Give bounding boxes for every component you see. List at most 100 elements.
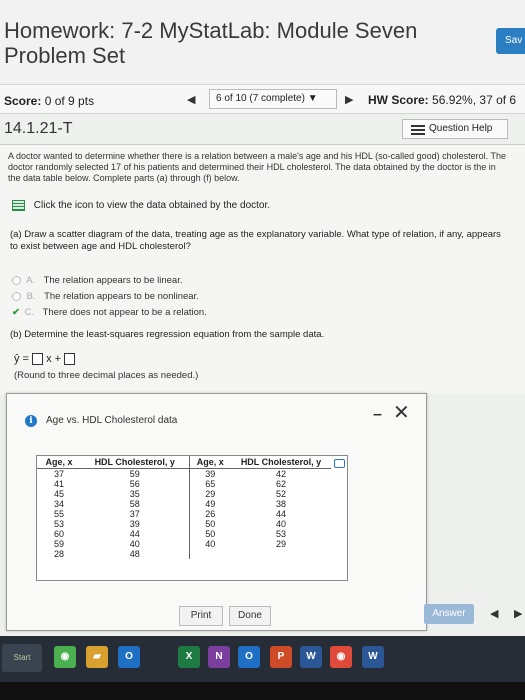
table-row: 41 56 65 62 — [37, 479, 331, 489]
outlook2-icon[interactable]: O — [238, 646, 260, 668]
copy-icon[interactable] — [334, 459, 345, 468]
age-cell: 55 — [53, 509, 64, 519]
age-cell: 26 — [188, 509, 231, 519]
age-cell: 39 — [188, 468, 231, 479]
question-content: A doctor wanted to determine whether the… — [0, 144, 525, 394]
part-b-prompt: (b) Determine the least-squares regressi… — [10, 329, 325, 340]
table-row: 55 37 26 44 — [37, 509, 331, 519]
hdl-cell: 52 — [275, 489, 286, 499]
dialog-title: Age vs. HDL Cholesterol data — [46, 415, 178, 426]
column-header-hdl-2: HDL Cholesterol, y — [231, 456, 331, 469]
data-link[interactable]: Click the icon to view the data obtained… — [12, 200, 270, 211]
radio-b[interactable] — [12, 291, 21, 301]
hdl-cell: 62 — [275, 479, 286, 489]
hdl-cell: 40 — [275, 519, 286, 529]
word2-icon[interactable]: W — [362, 646, 384, 668]
hdl-cell: 48 — [129, 549, 140, 559]
title-bar: Homework: 7-2 MyStatLab: Module Seven Pr… — [0, 0, 525, 82]
chrome-icon[interactable]: ◉ — [54, 646, 76, 668]
score: Score: 0 of 9 pts — [4, 94, 94, 108]
option-a-text: The relation appears to be linear. — [43, 275, 183, 286]
option-a[interactable]: A. The relation appears to be linear. — [12, 275, 182, 286]
start-button[interactable]: Start — [2, 644, 42, 672]
folder-icon[interactable]: ▰ — [86, 646, 108, 668]
question-intro: A doctor wanted to determine whether the… — [8, 151, 507, 183]
previous-question-icon[interactable]: ◀ — [187, 93, 195, 106]
option-c[interactable]: ✔ C. There does not appear to be a relat… — [12, 307, 207, 318]
column-header-age-2: Age, x — [188, 456, 231, 469]
page-title: Homework: 7-2 MyStatLab: Module Seven Pr… — [4, 18, 418, 68]
column-header-hdl-1: HDL Cholesterol, y — [81, 456, 189, 469]
age-cell: 37 — [53, 469, 64, 479]
slope-input[interactable] — [32, 353, 44, 366]
word-icon[interactable]: W — [300, 646, 322, 668]
question-id: 14.1.21-T — [4, 120, 73, 137]
hdl-cell: 42 — [275, 469, 286, 479]
age-cell: 28 — [53, 549, 64, 559]
check-answer-button[interactable]: Answer — [424, 604, 474, 624]
equation-lhs: ŷ = — [14, 353, 29, 365]
monitor-bezel — [0, 682, 525, 700]
onenote-icon[interactable]: N — [208, 646, 230, 668]
table-row: 37 59 39 42 — [37, 468, 331, 479]
option-a-letter: A. — [26, 275, 36, 286]
age-cell: 45 — [53, 489, 64, 499]
question-help-button[interactable]: Question Help — [402, 119, 508, 139]
age-cell: 34 — [53, 499, 64, 509]
age-cell: 59 — [53, 539, 64, 549]
option-c-letter: C. — [24, 307, 35, 318]
forward-icon[interactable]: ▶ — [514, 607, 522, 620]
close-icon[interactable]: ✕ — [393, 400, 410, 425]
hdl-cell: 58 — [129, 499, 140, 509]
screen: Homework: 7-2 MyStatLab: Module Seven Pr… — [0, 0, 525, 700]
radio-a[interactable] — [12, 275, 21, 285]
table-body: 37 59 39 42 41 56 65 62 45 35 29 52 34 58 49 38 55 37 26 44… — [37, 468, 331, 559]
age-cell: 53 — [53, 519, 64, 529]
data-table-icon[interactable] — [12, 200, 25, 211]
excel-icon[interactable]: X — [178, 646, 200, 668]
age-cell: 50 — [188, 519, 231, 529]
data-link-label: Click the icon to view the data obtained… — [33, 200, 271, 212]
hdl-cell: 59 — [129, 469, 140, 479]
hdl-cell: 37 — [129, 509, 140, 519]
column-header-age-1: Age, x — [37, 456, 81, 469]
regression-equation: ŷ = x + — [14, 353, 76, 366]
info-icon: i — [25, 415, 37, 427]
save-button[interactable]: Sav — [496, 28, 525, 54]
option-b[interactable]: B. The relation appears to be nonlinear. — [12, 291, 199, 302]
done-button[interactable]: Done — [229, 606, 271, 626]
table-row: 28 48 — [37, 549, 331, 559]
option-b-text: The relation appears to be nonlinear. — [44, 291, 199, 302]
rounding-note: (Round to three decimal places as needed… — [14, 370, 199, 381]
age-cell: 29 — [188, 489, 231, 499]
minimize-icon[interactable]: – — [373, 406, 382, 424]
outlook-icon[interactable]: O — [118, 646, 140, 668]
question-bar: 14.1.21-T Question Help — [0, 116, 525, 142]
part-a-prompt: (a) Draw a scatter diagram of the data, … — [10, 229, 501, 252]
next-question-icon[interactable]: ▶ — [345, 93, 353, 106]
powerpoint-icon[interactable]: P — [270, 646, 292, 668]
hdl-cell — [231, 549, 331, 559]
age-cell: 60 — [53, 529, 64, 539]
score-bar: Score: 0 of 9 pts ◀ 6 of 10 (7 complete)… — [0, 84, 525, 114]
hdl-cell: 39 — [129, 519, 140, 529]
print-button[interactable]: Print — [179, 606, 223, 626]
score-label: Score: — [4, 94, 42, 108]
question-selector[interactable]: 6 of 10 (7 complete) ▼ — [209, 89, 337, 109]
option-c-text: There does not appear to be a relation. — [42, 307, 207, 318]
hdl-cell: 29 — [275, 539, 286, 549]
chrome2-icon[interactable]: ◉ — [330, 646, 352, 668]
hw-score: HW Score: 56.92%, 37 of 6 — [368, 93, 516, 107]
hw-score-label: HW Score: — [368, 93, 429, 107]
hdl-cell: 44 — [275, 509, 286, 519]
table-row: 34 58 49 38 — [37, 499, 331, 509]
option-b-letter: B. — [26, 291, 36, 302]
hdl-cell: 38 — [275, 499, 286, 509]
data-table-container: Age, x HDL Cholesterol, y Age, x HDL Cho… — [36, 455, 348, 581]
hdl-cell: 56 — [129, 479, 140, 489]
data-table: Age, x HDL Cholesterol, y Age, x HDL Cho… — [37, 456, 331, 559]
list-icon — [411, 125, 425, 135]
hdl-cell: 44 — [129, 529, 140, 539]
intercept-input[interactable] — [64, 353, 76, 366]
back-icon[interactable]: ◀ — [490, 607, 498, 620]
